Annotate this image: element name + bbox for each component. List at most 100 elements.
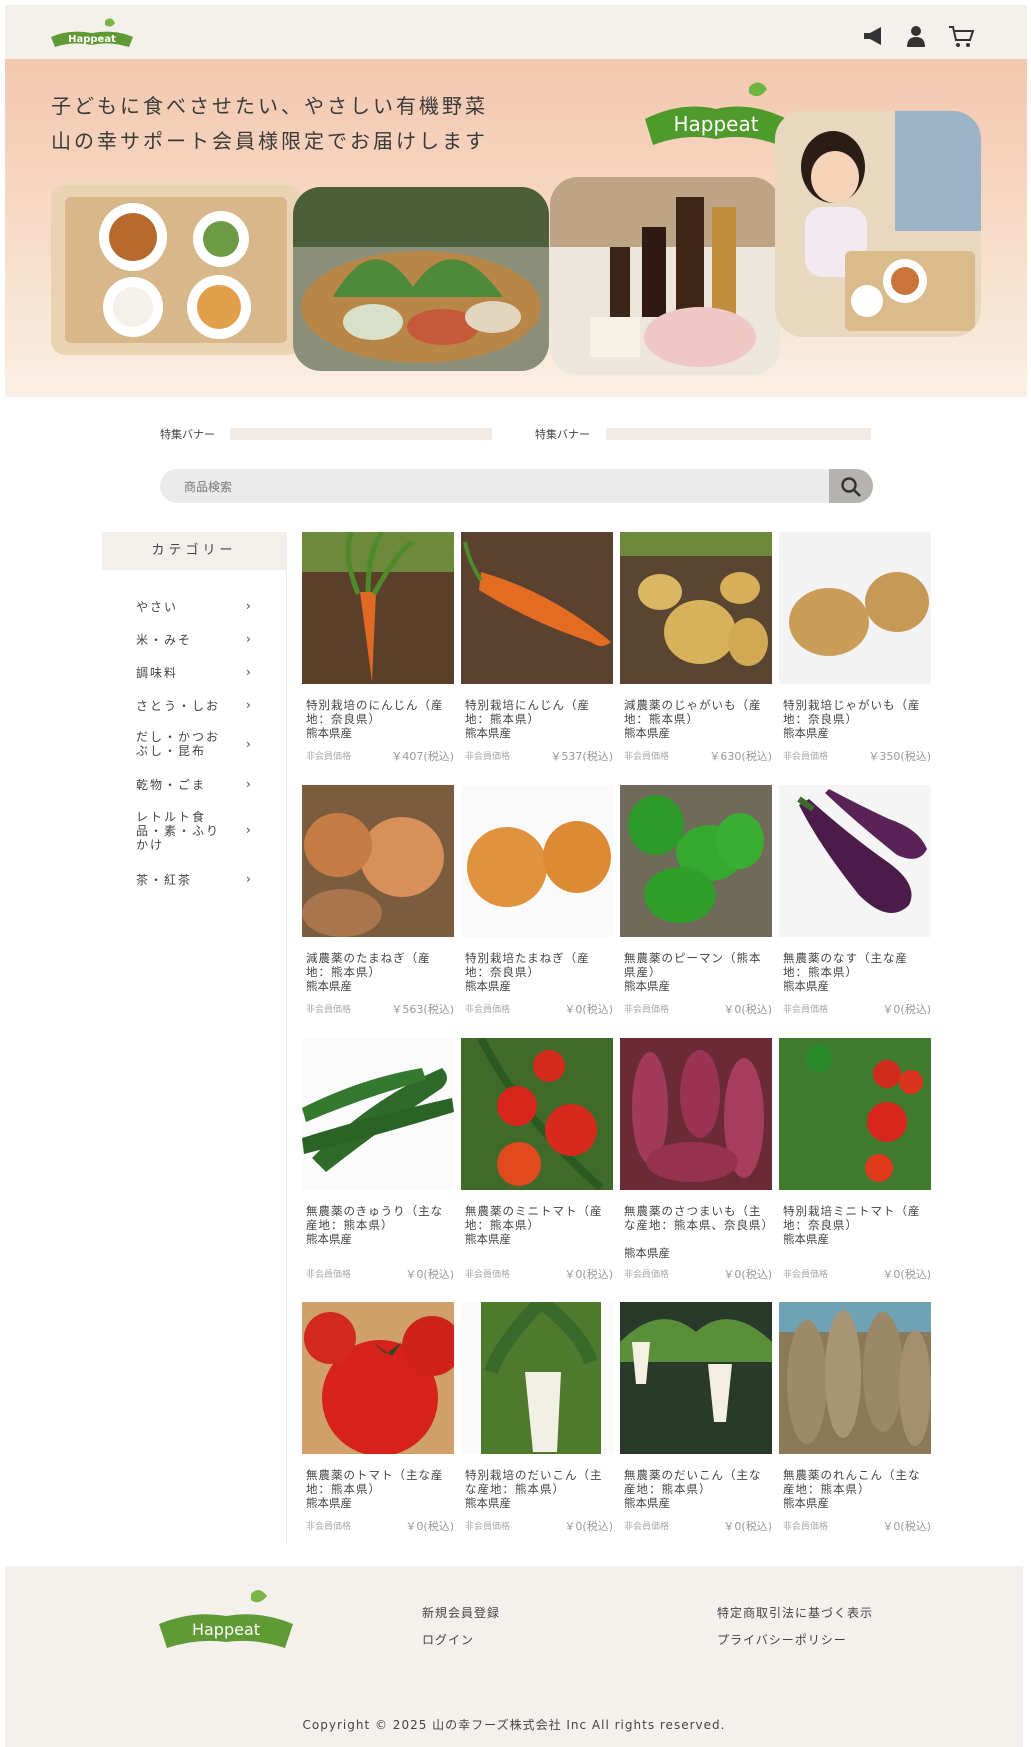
product-image[interactable] <box>620 1302 772 1454</box>
hero-subline: 山の幸サポート会員様限定でお届けします <box>51 129 488 153</box>
product-origin: 熊本県産 <box>783 1496 829 1510</box>
product-image[interactable] <box>461 1296 613 1454</box>
product-card[interactable]: 特別栽培たまねぎ（産地：奈良県） 熊本県産 非会員価格 ￥0(税込) <box>461 785 613 1016</box>
product-image[interactable] <box>779 1302 931 1454</box>
product-origin: 熊本県産 <box>306 1496 352 1510</box>
product-card[interactable]: 無農薬のピーマン（熊本県産） 熊本県産 非会員価格 ￥0(税込) <box>620 785 772 1016</box>
product-image[interactable] <box>779 1038 931 1190</box>
product-origin: 熊本県産 <box>624 1496 670 1510</box>
product-price: ￥0(税込) <box>405 1268 454 1281</box>
sidebar-item-dashi[interactable]: だし・かつおぶし・昆布 <box>136 730 232 758</box>
feature-banner-2-label: 特集バナー <box>535 428 590 441</box>
product-image[interactable] <box>302 1302 462 1456</box>
product-card[interactable]: 無農薬のさつまいも（主な産地：熊本県、奈良県） 熊本県産 非会員価格 ￥0(税込) <box>620 1038 772 1281</box>
chevron-right-icon: › <box>246 737 251 751</box>
product-name[interactable]: 無農薬のさつまいも（主な産地：熊本県、奈良県） <box>620 1204 772 1246</box>
product-price: ￥630(税込) <box>709 750 772 763</box>
product-card[interactable]: 減農薬のじゃがいも（産地：熊本県） 熊本県産 非会員価格 ￥630(税込) <box>620 532 772 763</box>
feature-banner-1[interactable] <box>230 428 492 440</box>
product-card[interactable]: 無農薬のミニトマト（産地：熊本県） 熊本県産 非会員価格 ￥0(税込) <box>461 1036 613 1281</box>
product-card[interactable]: 減農薬のたまねぎ（産地：熊本県） 熊本県産 非会員価格 ￥563(税込) <box>302 785 454 1016</box>
product-image[interactable] <box>620 785 772 937</box>
product-name[interactable]: 特別栽培じゃがいも（産地：奈良県） <box>779 698 931 726</box>
product-name[interactable]: 特別栽培ミニトマト（産地：奈良県） <box>779 1204 931 1232</box>
happeat-logo[interactable]: Happeat <box>49 17 135 53</box>
sidebar-item-tea[interactable]: 茶・紅茶 <box>136 873 256 887</box>
product-card[interactable]: 特別栽培のにんじん（産地：奈良県） 熊本県産 非会員価格 ￥407(税込) <box>302 530 454 763</box>
product-image[interactable] <box>779 785 931 937</box>
product-name[interactable]: 無農薬のれんこん（主な産地：熊本県） <box>779 1468 931 1496</box>
product-name[interactable]: 無農薬のトマト（主な産地：熊本県） <box>302 1468 454 1496</box>
product-image[interactable] <box>779 532 931 684</box>
meal-tray-photo <box>51 185 301 355</box>
product-origin: 熊本県産 <box>783 1232 829 1246</box>
product-price: ￥0(税込) <box>882 1003 931 1016</box>
product-card[interactable]: 無農薬のトマト（主な産地：熊本県） 熊本県産 非会員価格 ￥0(税込) <box>302 1302 462 1533</box>
product-name[interactable]: 特別栽培のだいこん（主な産地：熊本県） <box>461 1468 613 1496</box>
happeat-footer-logo[interactable]: Happeat <box>155 1588 297 1658</box>
product-name[interactable]: 無農薬のピーマン（熊本県産） <box>620 951 772 979</box>
search-input[interactable] <box>182 469 786 505</box>
sidebar-item-sugar-salt[interactable]: さとう・しお <box>136 699 256 713</box>
chevron-right-icon: › <box>246 777 251 791</box>
product-card[interactable]: 無農薬のきゅうり（主な産地：熊本県） 熊本県産 非会員価格 ￥0(税込) <box>302 1038 454 1281</box>
megaphone-icon[interactable] <box>861 23 887 49</box>
product-name[interactable]: 特別栽培にんじん（産地：熊本県） <box>461 698 613 726</box>
product-origin: 熊本県産 <box>783 979 829 993</box>
product-image[interactable] <box>620 1038 772 1190</box>
footer-link-commerce-law[interactable]: 特定商取引法に基づく表示 <box>717 1604 873 1621</box>
footer-link-privacy[interactable]: プライバシーポリシー <box>717 1631 847 1648</box>
non-member-price-label: 非会員価格 <box>465 1522 511 1532</box>
product-name[interactable]: 無農薬のきゅうり（主な産地：熊本県） <box>302 1204 454 1232</box>
site-header: Happeat <box>5 5 1027 59</box>
product-origin: 熊本県産 <box>306 979 352 993</box>
product-name[interactable]: 無農薬のなす（主な産地：熊本県） <box>779 951 931 979</box>
footer-link-register[interactable]: 新規会員登録 <box>422 1604 500 1621</box>
non-member-price-label: 非会員価格 <box>306 1005 352 1015</box>
product-card[interactable]: 無農薬のれんこん（主な産地：熊本県） 熊本県産 非会員価格 ￥0(税込) <box>779 1302 931 1533</box>
product-card[interactable]: 無農薬のなす（主な産地：熊本県） 熊本県産 非会員価格 ￥0(税込) <box>779 785 931 1016</box>
sidebar-item-rice-miso[interactable]: 米・みそ <box>136 633 256 647</box>
feature-banner-2[interactable] <box>606 428 871 440</box>
product-image[interactable] <box>302 785 454 937</box>
product-image[interactable] <box>461 532 613 684</box>
non-member-price-label: 非会員価格 <box>465 752 511 762</box>
product-name[interactable]: 特別栽培たまねぎ（産地：奈良県） <box>461 951 613 979</box>
chevron-right-icon: › <box>246 872 251 886</box>
category-sidebar: カテゴリー やさい › 米・みそ › 調味料 › さとう・しお › だし・かつお… <box>102 532 287 1544</box>
product-price: ￥407(税込) <box>391 750 454 763</box>
sidebar-title: カテゴリー <box>102 532 286 570</box>
product-name[interactable]: 無農薬のだいこん（主な産地：熊本県） <box>620 1468 772 1496</box>
svg-text:Happeat: Happeat <box>673 112 758 136</box>
condiments-photo <box>550 177 780 375</box>
sidebar-item-dried-goods[interactable]: 乾物・ごま <box>136 778 256 792</box>
product-image[interactable] <box>461 1036 613 1192</box>
non-member-price-label: 非会員価格 <box>465 1270 511 1280</box>
product-image[interactable] <box>302 530 454 684</box>
product-name[interactable]: 無農薬のミニトマト（産地：熊本県） <box>461 1204 613 1232</box>
product-name[interactable]: 減農薬のじゃがいも（産地：熊本県） <box>620 698 772 726</box>
footer-link-login[interactable]: ログイン <box>422 1631 474 1648</box>
sidebar-item-retort[interactable]: レトルト食品・素・ふりかけ <box>136 810 232 852</box>
product-name[interactable]: 減農薬のたまねぎ（産地：熊本県） <box>302 951 454 979</box>
non-member-price-label: 非会員価格 <box>306 1522 352 1532</box>
product-card[interactable]: 特別栽培にんじん（産地：熊本県） 熊本県産 非会員価格 ￥537(税込) <box>461 532 613 763</box>
non-member-price-label: 非会員価格 <box>783 1270 829 1280</box>
product-card[interactable]: 特別栽培のだいこん（主な産地：熊本県） 熊本県産 非会員価格 ￥0(税込) <box>461 1296 613 1533</box>
user-icon[interactable] <box>903 23 929 49</box>
sidebar-item-vegetables[interactable]: やさい <box>136 600 256 614</box>
product-card[interactable]: 無農薬のだいこん（主な産地：熊本県） 熊本県産 非会員価格 ￥0(税込) <box>620 1302 772 1533</box>
product-card[interactable]: 特別栽培ミニトマト（産地：奈良県） 熊本県産 非会員価格 ￥0(税込) <box>779 1038 931 1281</box>
product-image[interactable] <box>461 785 613 937</box>
non-member-price-label: 非会員価格 <box>624 1270 670 1280</box>
product-origin: 熊本県産 <box>783 726 829 740</box>
search-button[interactable] <box>829 469 873 503</box>
product-image[interactable] <box>620 532 772 684</box>
product-image[interactable] <box>302 1038 454 1190</box>
cart-icon[interactable] <box>947 23 975 49</box>
product-card[interactable]: 特別栽培じゃがいも（産地：奈良県） 熊本県産 非会員価格 ￥350(税込) <box>779 532 931 763</box>
child-eating-photo <box>775 111 981 337</box>
product-name[interactable]: 特別栽培のにんじん（産地：奈良県） <box>302 698 454 726</box>
hero-banner[interactable]: 子どもに食べさせたい、やさしい有機野菜 山の幸サポート会員様限定でお届けします … <box>5 59 1027 397</box>
sidebar-item-seasonings[interactable]: 調味料 <box>136 666 256 680</box>
